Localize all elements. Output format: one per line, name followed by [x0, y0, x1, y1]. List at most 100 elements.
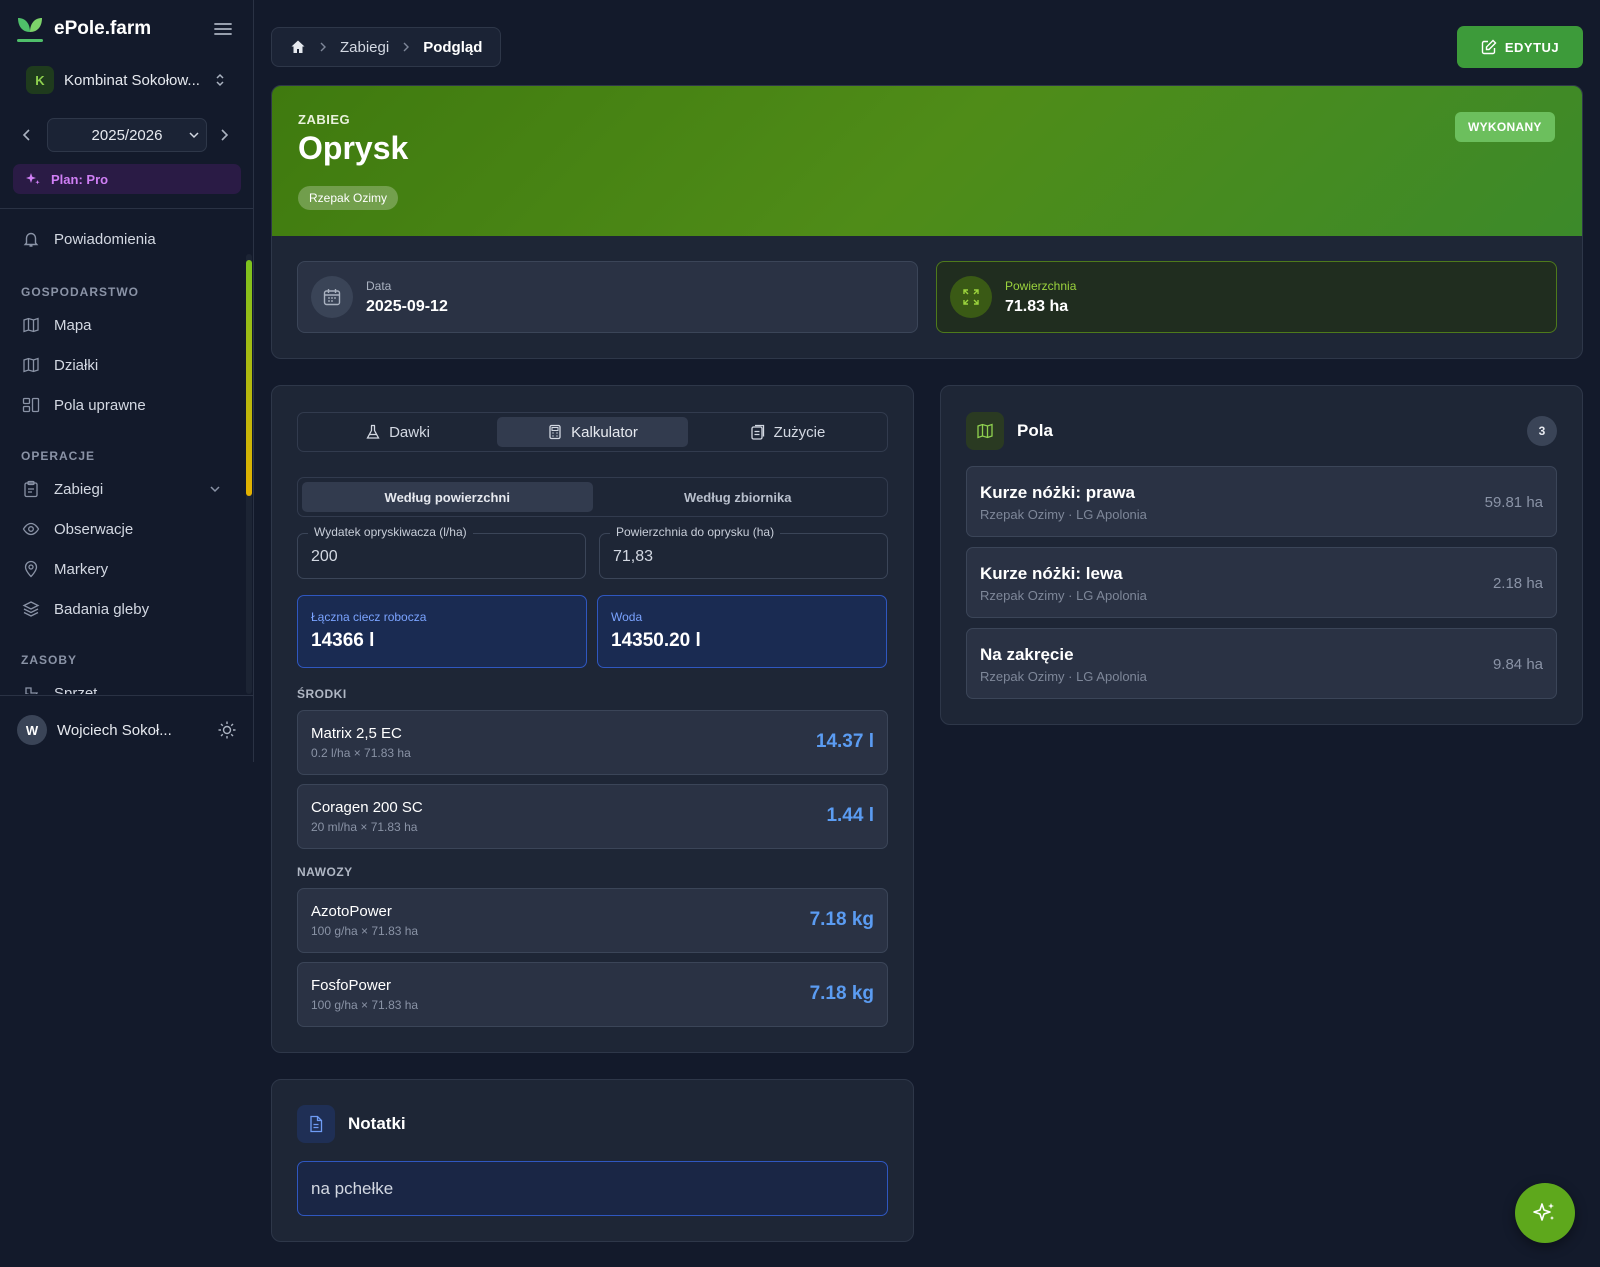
sidebar-item-observations[interactable]: Obserwacje [22, 520, 133, 538]
farm-name: Kombinat Sokołow... [64, 71, 200, 89]
hero-label: ZABIEG [298, 112, 351, 127]
grid-fields-icon [22, 396, 40, 414]
field-crop: Rzepak Ozimy · LG Apolonia [980, 507, 1147, 522]
page-title: Oprysk [298, 130, 409, 166]
calendar-icon [311, 276, 353, 318]
sidebar-item-label: Pola uprawne [54, 396, 146, 414]
menu-toggle-icon[interactable] [213, 20, 233, 38]
field-row[interactable]: Na zakręcie Rzepak Ozimy · LG Apolonia 9… [966, 628, 1557, 699]
sidebar-item-equipment[interactable]: Sprzęt [22, 684, 97, 694]
home-icon[interactable] [290, 39, 306, 55]
agent-amount: 1.44 l [826, 805, 874, 826]
notes-text[interactable]: na pchełke [297, 1161, 888, 1216]
notes-header: Notatki [297, 1105, 406, 1143]
sidebar-item-label: Badania gleby [54, 600, 150, 618]
sparkles-icon [1532, 1200, 1558, 1226]
breadcrumb: Zabiegi Podgląd [271, 27, 502, 67]
tab-doses[interactable]: Dawki [302, 417, 493, 447]
farm-badge: K [26, 66, 54, 94]
water-label: Woda [611, 610, 643, 624]
field-label: Powierzchnia do oprysku (ha) [610, 525, 781, 539]
scrollbar-thumb[interactable] [246, 260, 252, 496]
date-label: Data [366, 278, 392, 293]
sidebar-item-treatments[interactable]: Zabiegi [22, 480, 222, 498]
sidebar-clip: Sprzęt [0, 672, 240, 694]
fertilizer-amount: 7.18 kg [809, 983, 874, 1004]
fertilizers-section-label: NAWOZY [297, 865, 353, 879]
agent-name: Coragen 200 SC [311, 799, 423, 816]
calculator-icon [547, 424, 563, 440]
view-tabs: Dawki Kalkulator Zużycie [297, 412, 888, 452]
tab-calculator[interactable]: Kalkulator [497, 417, 688, 447]
field-row[interactable]: Kurze nóżki: lewa Rzepak Ozimy · LG Apol… [966, 547, 1557, 618]
fertilizer-name: AzotoPower [311, 903, 392, 920]
farm-selector[interactable]: K Kombinat Sokołow... [26, 66, 232, 94]
date-value: 2025-09-12 [366, 297, 448, 315]
field-area: 9.84 ha [1492, 656, 1543, 673]
field-name: Kurze nóżki: lewa [980, 564, 1123, 583]
sidebar-item-plots[interactable]: Działki [22, 356, 98, 374]
fields-title: Pola [1017, 421, 1053, 440]
spray-area-field[interactable]: Powierzchnia do oprysku (ha) 71,83 [599, 525, 888, 579]
sidebar-divider [0, 695, 254, 696]
breadcrumb-current: Podgląd [423, 38, 483, 56]
sidebar-item-markers[interactable]: Markery [22, 560, 108, 578]
map-icon [966, 412, 1004, 450]
fertilizer-row: AzotoPower 100 g/ha × 71.83 ha 7.18 kg [297, 888, 888, 953]
breadcrumb-parent[interactable]: Zabiegi [340, 39, 389, 56]
fields-header: Pola [966, 412, 1053, 450]
edit-icon [1481, 39, 1497, 55]
user-menu[interactable]: W Wojciech Sokoł... [17, 715, 237, 745]
tab-label: Kalkulator [571, 423, 638, 441]
sidebar-item-fields[interactable]: Pola uprawne [22, 396, 146, 414]
area-value: 71.83 ha [1005, 297, 1069, 315]
sidebar-divider [0, 208, 254, 209]
clipboard-copy-icon [750, 424, 766, 440]
field-crop: Rzepak Ozimy · LG Apolonia [980, 588, 1147, 603]
season-select[interactable]: 2025/2026 [47, 118, 207, 152]
document-icon [297, 1105, 335, 1143]
treatment-header: ZABIEG Oprysk Rzepak Ozimy WYKONANY Data… [271, 85, 1583, 359]
season-prev-icon[interactable] [20, 127, 34, 143]
total-liquid-box: Łączna ciecz robocza 14366 l [297, 595, 587, 668]
plan-badge[interactable]: Plan: Pro [13, 164, 241, 194]
field-area: 2.18 ha [1492, 575, 1543, 592]
eye-icon [22, 520, 40, 538]
tractor-icon [22, 684, 40, 694]
sidebar-item-notifications[interactable]: Powiadomienia [22, 230, 156, 248]
chevron-right-icon [318, 41, 328, 53]
status-badge: WYKONANY [1455, 112, 1555, 142]
agent-row: Coragen 200 SC 20 ml/ha × 71.83 ha 1.44 … [297, 784, 888, 849]
area-label: Powierzchnia [1005, 278, 1077, 293]
total-liquid-value: 14366 l [311, 630, 375, 651]
ai-assistant-button[interactable] [1515, 1183, 1575, 1243]
tab-by-tank[interactable]: Według zbiornika [593, 482, 884, 512]
sidebar-item-label: Obserwacje [54, 520, 134, 538]
agent-dose: 0.2 l/ha × 71.83 ha [311, 746, 411, 760]
agent-row: Matrix 2,5 EC 0.2 l/ha × 71.83 ha 14.37 … [297, 710, 888, 775]
agent-name: Matrix 2,5 EC [311, 725, 402, 742]
sun-theme-icon[interactable] [217, 720, 237, 740]
sidebar: ePole.farm K Kombinat Sokołow... 2025/20… [0, 0, 254, 762]
bell-icon [22, 230, 40, 248]
calc-mode-tabs: Według powierzchni Według zbiornika [297, 477, 888, 517]
sidebar-scrollbar[interactable] [246, 254, 252, 694]
notes-title: Notatki [348, 1114, 406, 1133]
tab-usage[interactable]: Zużycie [692, 417, 883, 447]
plan-label: Plan: Pro [51, 171, 109, 187]
tab-by-area[interactable]: Według powierzchni [302, 482, 593, 512]
fertilizer-amount: 7.18 kg [809, 909, 874, 930]
area-card: Powierzchnia 71.83 ha [936, 261, 1557, 333]
chevron-down-icon [208, 482, 222, 496]
map-icon [22, 316, 40, 334]
season-next-icon[interactable] [217, 127, 231, 143]
brand[interactable]: ePole.farm [16, 14, 151, 44]
edit-button[interactable]: EDYTUJ [1457, 26, 1583, 68]
sidebar-item-map[interactable]: Mapa [22, 316, 92, 334]
sprayer-output-field[interactable]: Wydatek opryskiwacza (l/ha) 200 [297, 525, 586, 579]
sidebar-item-label: Mapa [54, 316, 92, 334]
field-row[interactable]: Kurze nóżki: prawa Rzepak Ozimy · LG Apo… [966, 466, 1557, 537]
chevron-updown-icon [214, 72, 226, 88]
sidebar-item-soil[interactable]: Badania gleby [22, 600, 149, 618]
sparkles-icon [25, 171, 41, 187]
